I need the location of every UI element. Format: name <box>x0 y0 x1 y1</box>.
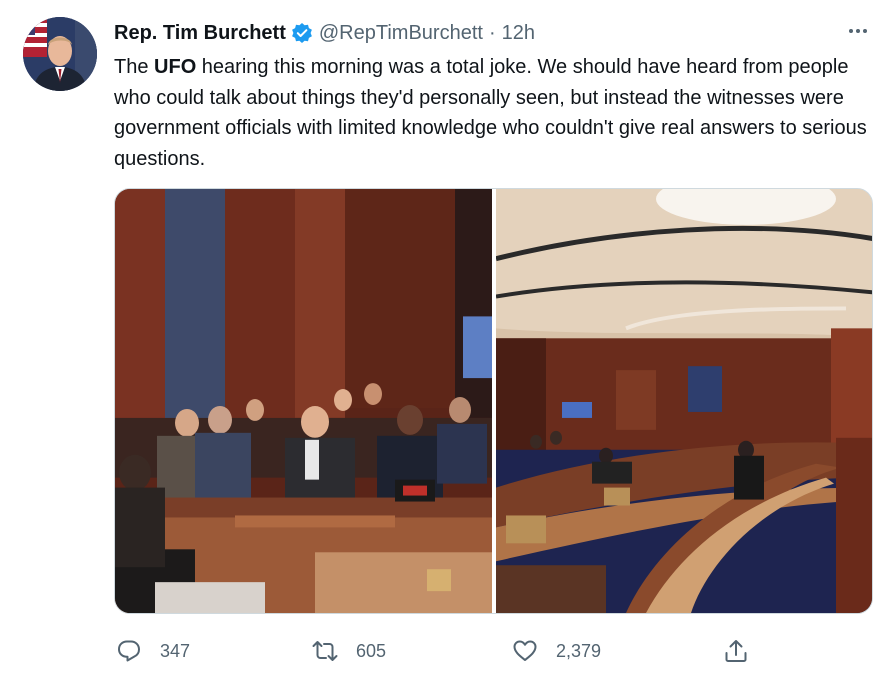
tweet-text-start: The <box>114 56 155 78</box>
author-handle[interactable]: @RepTimBurchett <box>319 22 483 45</box>
share-icon <box>723 638 749 664</box>
verified-badge-icon <box>291 22 313 44</box>
media-grid <box>114 188 873 614</box>
tweet-header: Rep. Tim Burchett @RepTimBurchett · 12h <box>114 20 535 46</box>
separator-dot: · <box>488 21 496 44</box>
tweet: Rep. Tim Burchett @RepTimBurchett · 12h … <box>0 0 893 680</box>
reply-button[interactable]: 347 <box>116 634 190 668</box>
retweet-count: 605 <box>356 640 387 661</box>
like-button[interactable]: 2,379 <box>512 634 601 668</box>
reply-icon <box>116 638 142 664</box>
tweet-text-rest: hearing this morning was a total joke. W… <box>114 56 867 170</box>
action-bar: 347 605 2,379 <box>0 634 893 668</box>
tweet-text: The UFO hearing this morning was a total… <box>114 52 874 174</box>
more-dot <box>849 29 853 33</box>
retweet-icon <box>312 638 338 664</box>
heart-icon <box>512 638 538 664</box>
reply-count: 347 <box>160 640 191 661</box>
share-button[interactable] <box>723 634 749 668</box>
timestamp[interactable]: 12h <box>502 22 535 45</box>
retweet-button[interactable]: 605 <box>312 634 386 668</box>
more-dot <box>856 29 860 33</box>
tweet-text-bold: UFO <box>154 56 197 78</box>
more-dot <box>863 29 867 33</box>
avatar[interactable] <box>23 17 97 91</box>
author-name[interactable]: Rep. Tim Burchett <box>114 22 286 45</box>
like-count: 2,379 <box>556 640 602 661</box>
photo-hearing-room-dais[interactable] <box>496 189 872 613</box>
more-options-icon[interactable] <box>844 20 872 42</box>
photo-hearing-room-witnesses[interactable] <box>115 189 492 613</box>
